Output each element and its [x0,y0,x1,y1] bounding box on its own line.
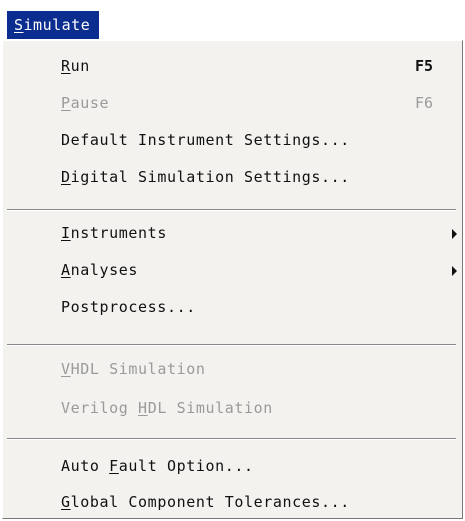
shortcut-f5: F5 [415,57,434,75]
menu-item-auto-fault-option[interactable]: Auto Fault Option... [3,451,462,481]
shortcut-f6: F6 [415,94,434,112]
menubar: Simulate [0,0,465,40]
menu-item-analyses[interactable]: Analyses [3,255,462,285]
menu-item-label: Global Component Tolerances... [61,487,350,517]
label-text: nstruments [70,224,167,242]
mnemonic-letter: A [61,261,71,279]
label-text: ault Option... [118,457,254,475]
menu-item-global-component-tolerances[interactable]: Global Component Tolerances... [3,487,462,517]
menu-item-label: VHDL Simulation [61,354,205,384]
menu-item-label: Analyses [61,255,138,285]
label-text: igital Simulation Settings... [70,168,350,186]
menu-item-label: Default Instrument Settings... [61,131,350,149]
menu-separator [7,209,456,211]
mnemonic-letter: G [61,493,71,511]
label-text: nalyses [70,261,139,279]
menu-item-verilog-hdl-simulation: Verilog HDL Simulation [3,393,462,423]
simulate-menu-title[interactable]: Simulate [7,11,100,39]
mnemonic-letter: H [138,399,148,417]
simulate-dropdown-menu: Run F5 Pause F6 Default Instrument Setti… [2,40,463,519]
label-text: ause [70,94,110,112]
menu-item-run[interactable]: Run F5 [3,51,462,81]
label-text: un [70,57,90,75]
menu-item-label: Auto Fault Option... [61,451,254,481]
simulate-title-rest: imulate [23,16,91,34]
menu-item-label: Verilog HDL Simulation [61,393,273,423]
mnemonic-letter: V [61,360,71,378]
mnemonic-letter: I [61,224,71,242]
label-text: HDL Simulation [70,360,206,378]
menu-item-instruments[interactable]: Instruments [3,218,462,248]
mnemonic-letter: R [61,57,71,75]
label-text: Verilog [61,399,139,417]
menu-item-default-instrument-settings[interactable]: Default Instrument Settings... [3,125,462,155]
submenu-arrow-icon [452,229,457,239]
mnemonic-letter: P [61,94,71,112]
menu-item-label: Instruments [61,218,167,248]
menu-separator [7,438,456,440]
menu-item-pause: Pause F6 [3,88,462,118]
menu-item-postprocess[interactable]: Postprocess... [3,292,462,322]
label-text: DL Simulation [147,399,273,417]
label-text: Auto [61,457,110,475]
mnemonic-letter: F [109,457,119,475]
menu-item-label: Run [61,51,90,81]
menu-item-label: Digital Simulation Settings... [61,162,350,192]
submenu-arrow-icon [452,266,457,276]
menu-item-label: Pause [61,88,109,118]
mnemonic-letter: D [61,168,71,186]
label-text: lobal Component Tolerances... [70,493,350,511]
menu-item-digital-simulation-settings[interactable]: Digital Simulation Settings... [3,162,462,192]
menu-item-vhdl-simulation: VHDL Simulation [3,354,462,384]
menu-separator [7,344,456,346]
menu-item-label: Postprocess... [61,298,196,316]
simulate-mnemonic: S [14,16,24,34]
